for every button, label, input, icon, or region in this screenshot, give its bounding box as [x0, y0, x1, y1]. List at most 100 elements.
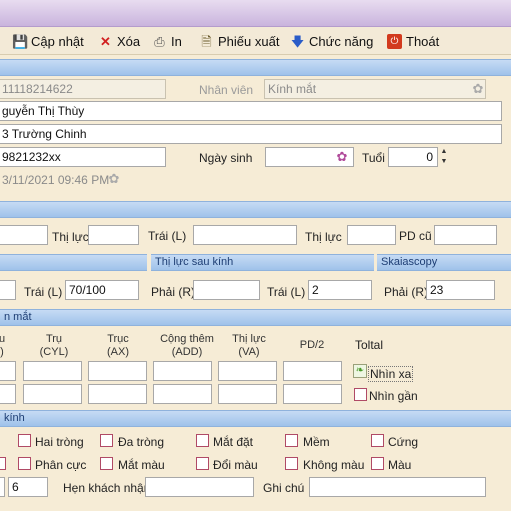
pd-old-field[interactable]: [434, 225, 497, 245]
leaf-icon: ❧: [355, 365, 365, 376]
old-left-field[interactable]: [193, 225, 297, 245]
far-va-field[interactable]: [218, 361, 277, 381]
arrow-down-icon: 🡇: [290, 33, 305, 49]
far-sphere-field[interactable]: [0, 361, 16, 381]
export-label: Phiếu xuất: [218, 33, 280, 49]
appointment-label: Hẹn khách nhận: [63, 481, 151, 495]
multifocal-label: Đa tròng: [118, 435, 165, 449]
multifocal-checkbox[interactable]: [100, 434, 113, 447]
photochromic-label: Đổi màu: [213, 458, 258, 472]
note-field[interactable]: [309, 477, 486, 497]
near-va-field[interactable]: [218, 384, 277, 404]
tinted-checkbox[interactable]: [371, 457, 384, 470]
document-export-icon: 🗎: [201, 33, 212, 49]
before-left-field[interactable]: 70/100: [65, 280, 139, 300]
va-column-header: Thị lực (VA): [232, 333, 266, 358]
created-picker-icon[interactable]: ✿: [106, 171, 122, 187]
custom-order-label: Mắt đặt: [213, 435, 254, 449]
colored-lens-label: Mắt màu: [118, 458, 165, 472]
near-cylinder-field[interactable]: [23, 384, 82, 404]
near-vision-label: Nhìn gần: [369, 389, 418, 403]
dob-label: Ngày sinh: [199, 151, 253, 165]
footer-left-field[interactable]: [0, 477, 5, 497]
far-vision-checkbox[interactable]: ❧: [353, 364, 367, 378]
appointment-field[interactable]: [145, 477, 254, 497]
before-left-label: Trái (L): [24, 285, 63, 299]
skiascopy-right-label: Phải (R): [384, 285, 429, 299]
near-axis-field[interactable]: [88, 384, 147, 404]
old-vision-section-header: [0, 201, 511, 218]
note-label: Ghi chú: [263, 481, 305, 495]
customer-section-header: [0, 59, 511, 76]
staff-field[interactable]: Kính mắt: [264, 79, 486, 99]
near-pd-field[interactable]: [283, 384, 342, 404]
bifocal-checkbox[interactable]: [18, 434, 31, 447]
age-label: Tuổi: [362, 151, 385, 165]
age-field[interactable]: 0: [388, 147, 438, 167]
staff-label: Nhân viên: [199, 83, 254, 97]
old-visual-acuity-left-field[interactable]: [347, 225, 396, 245]
colored-lens-checkbox[interactable]: [100, 457, 113, 470]
old-visual-acuity-right-field[interactable]: [88, 225, 139, 245]
delete-icon: ✕: [100, 33, 111, 49]
phone-field[interactable]: 9821232xx: [0, 147, 166, 167]
soft-lens-checkbox[interactable]: [285, 434, 298, 447]
after-right-label: Phải (R): [151, 285, 196, 299]
exit-icon: ⏻: [387, 33, 402, 49]
window-titlebar: [0, 0, 511, 27]
colorless-label: Không màu: [303, 458, 365, 472]
after-left-field[interactable]: 2: [308, 280, 372, 300]
after-right-field[interactable]: [193, 280, 260, 300]
print-button[interactable]: ⎙ In: [152, 32, 182, 50]
functions-button[interactable]: 🡇 Chức năng: [290, 32, 374, 50]
exit-button[interactable]: ⏻ Thoát: [387, 32, 439, 50]
sphere-column-header: u): [0, 333, 6, 358]
soft-lens-label: Mềm: [303, 435, 330, 449]
far-cylinder-field[interactable]: [23, 361, 82, 381]
delete-button[interactable]: ✕ Xóa: [98, 32, 140, 50]
far-vision-label: Nhìn xa: [368, 366, 414, 382]
before-glasses-section-header: [0, 254, 147, 271]
hard-lens-checkbox[interactable]: [371, 434, 384, 447]
custom-order-checkbox[interactable]: [196, 434, 209, 447]
age-spinner[interactable]: ▲ ▼: [438, 147, 450, 167]
near-sphere-field[interactable]: [0, 384, 16, 404]
skiascopy-section-header: Skaiascopy: [377, 254, 511, 271]
address-field[interactable]: 3 Trường Chinh: [0, 124, 502, 144]
photochromic-checkbox[interactable]: [196, 457, 209, 470]
old-visual-acuity-right-label: Thị lực: [52, 230, 89, 244]
staff-picker-icon[interactable]: ✿: [470, 81, 486, 97]
eye-section-header: n mắt: [0, 309, 511, 326]
far-addition-field[interactable]: [153, 361, 212, 381]
update-button[interactable]: 💾 Cập nhật: [12, 32, 84, 50]
printer-icon: ⎙: [154, 33, 165, 49]
near-vision-checkbox[interactable]: [354, 388, 367, 401]
hard-lens-label: Cứng: [388, 435, 419, 449]
polarized-checkbox[interactable]: [18, 457, 31, 470]
axis-column-header: Trục (AX): [107, 333, 129, 358]
footer-value-field[interactable]: 6: [8, 477, 48, 497]
customer-name-field[interactable]: guyễn Thị Thùy: [0, 101, 502, 121]
tinted-label: Màu: [388, 458, 412, 472]
near-addition-field[interactable]: [153, 384, 212, 404]
export-button[interactable]: 🗎 Phiếu xuất: [199, 32, 279, 50]
cylinder-column-header: Trụ (CYL): [39, 333, 69, 358]
far-pd-field[interactable]: [283, 361, 342, 381]
save-icon: 💾: [12, 33, 29, 49]
skiascopy-right-field[interactable]: 23: [426, 280, 495, 300]
before-right-field[interactable]: [0, 280, 16, 300]
customer-code-field[interactable]: 11118214622: [0, 79, 166, 99]
polarized-label: Phân cực: [35, 458, 87, 472]
functions-label: Chức năng: [309, 33, 374, 49]
pd-column-header: PD/2: [299, 339, 325, 351]
update-label: Cập nhật: [31, 33, 84, 49]
after-glasses-section-header: Thị lực sau kính: [151, 254, 374, 271]
calendar-picker-icon[interactable]: ✿: [334, 149, 350, 165]
row2-first-checkbox[interactable]: [0, 457, 6, 470]
glasses-section-header: kính: [0, 410, 511, 427]
exit-label: Thoát: [406, 33, 440, 49]
delete-label: Xóa: [117, 33, 141, 49]
old-right-field[interactable]: [0, 225, 48, 245]
far-axis-field[interactable]: [88, 361, 147, 381]
colorless-checkbox[interactable]: [285, 457, 298, 470]
